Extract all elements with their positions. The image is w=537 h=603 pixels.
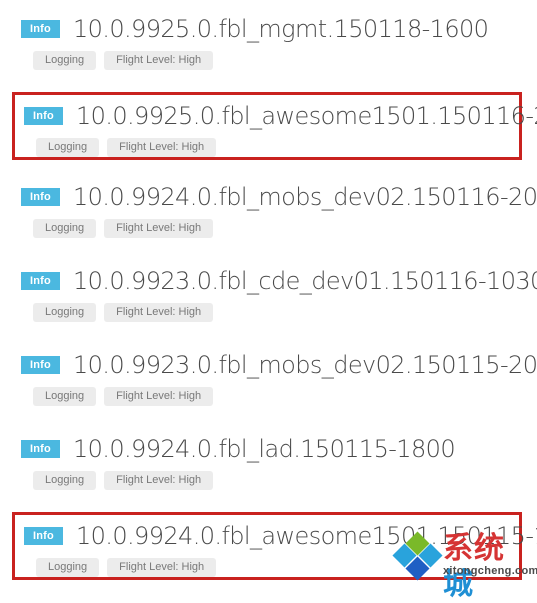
build-tag[interactable]: Flight Level: High [104,302,214,322]
build-list-item[interactable]: Info 10.0.9924.0.fbl_lad.150115-1800 Loggi… [0,428,537,500]
build-item-body: Info 10.0.9925.0.fbl_mgmt.150118-1600 Logg… [12,8,522,76]
severity-badge: Info [21,188,60,206]
build-name-label[interactable]: 10.0.9923.0.fbl_cde_dev01.150116-1030 [73,266,537,296]
highlight-box: Info 10.0.9924.0.fbl_awesome1501.150115-1… [12,512,537,580]
build-item-header: Info 10.0.9925.0.fbl_mgmt.150118-1600 [12,12,522,46]
build-list-item[interactable]: Info 10.0.9925.0.fbl_mgmt.150118-1600 Logg… [0,8,537,80]
build-item-tags: Logging Flight Level: High [12,385,522,407]
build-item-body: Info 10.0.9924.0.fbl_lad.150115-1800 Loggi… [12,428,522,496]
build-item-tags: Logging Flight Level: High [12,469,522,491]
build-item-tags: Logging Flight Level: High [15,136,519,158]
build-tag[interactable]: Logging [33,50,97,70]
build-tag[interactable]: Flight Level: High [104,218,214,238]
build-tag[interactable]: Flight Level: High [104,386,214,406]
build-name-label[interactable]: 10.0.9925.0.fbl_awesome1501.150116-2110 [76,101,537,131]
build-item-header: Info 10.0.9924.0.fbl_awesome1501.150115-1… [15,519,537,553]
build-tag[interactable]: Flight Level: High [104,50,214,70]
build-list-item[interactable]: Info 10.0.9924.0.fbl_awesome1501.150115-1… [0,512,537,584]
severity-badge: Info [21,272,60,290]
build-item-header: Info 10.0.9923.0.fbl_mobs_dev02.150115-20… [12,348,537,382]
build-list-item[interactable]: Info 10.0.9925.0.fbl_awesome1501.150116-2… [0,92,537,164]
build-name-label[interactable]: 10.0.9924.0.fbl_awesome1501.150115-1755 [76,521,537,551]
severity-badge: Info [21,20,60,38]
build-item-header: Info 10.0.9923.0.fbl_cde_dev01.150116-103… [12,264,537,298]
build-list: Info 10.0.9925.0.fbl_mgmt.150118-1600 Logg… [0,0,537,585]
build-tag[interactable]: Flight Level: High [104,470,214,490]
build-list-item[interactable]: Info 10.0.9923.0.fbl_cde_dev01.150116-103… [0,260,537,332]
build-tag[interactable]: Logging [33,218,97,238]
build-item-body: Info 10.0.9923.0.fbl_cde_dev01.150116-103… [12,260,537,328]
severity-badge: Info [21,440,60,458]
build-tag[interactable]: Logging [33,386,97,406]
build-item-tags: Logging Flight Level: High [15,556,519,578]
highlight-box: Info 10.0.9925.0.fbl_awesome1501.150116-2… [12,92,537,160]
build-name-label[interactable]: 10.0.9923.0.fbl_mobs_dev02.150115-2000 [73,350,537,380]
severity-badge: Info [24,107,63,125]
severity-badge: Info [21,356,60,374]
build-item-header: Info 10.0.9924.0.fbl_lad.150115-1800 [12,432,522,466]
build-item-body: Info 10.0.9924.0.fbl_mobs_dev02.150116-20… [12,176,537,244]
build-tag[interactable]: Flight Level: High [107,557,217,577]
build-item-tags: Logging Flight Level: High [12,217,522,239]
build-name-label[interactable]: 10.0.9924.0.fbl_lad.150115-1800 [73,434,456,464]
build-tag[interactable]: Logging [36,137,100,157]
build-tag[interactable]: Logging [33,302,97,322]
build-item-header: Info 10.0.9925.0.fbl_awesome1501.150116-2… [15,99,537,133]
build-name-label[interactable]: 10.0.9924.0.fbl_mobs_dev02.150116-2000 [73,182,537,212]
build-tag[interactable]: Flight Level: High [107,137,217,157]
build-item-body: Info 10.0.9923.0.fbl_mobs_dev02.150115-20… [12,344,537,412]
build-item-tags: Logging Flight Level: High [12,49,522,71]
build-tag[interactable]: Logging [36,557,100,577]
build-list-item[interactable]: Info 10.0.9924.0.fbl_mobs_dev02.150116-20… [0,176,537,248]
build-item-tags: Logging Flight Level: High [12,301,522,323]
build-tag[interactable]: Logging [33,470,97,490]
build-name-label[interactable]: 10.0.9925.0.fbl_mgmt.150118-1600 [73,14,489,44]
build-list-item[interactable]: Info 10.0.9923.0.fbl_mobs_dev02.150115-20… [0,344,537,416]
build-item-header: Info 10.0.9924.0.fbl_mobs_dev02.150116-20… [12,180,537,214]
severity-badge: Info [24,527,63,545]
